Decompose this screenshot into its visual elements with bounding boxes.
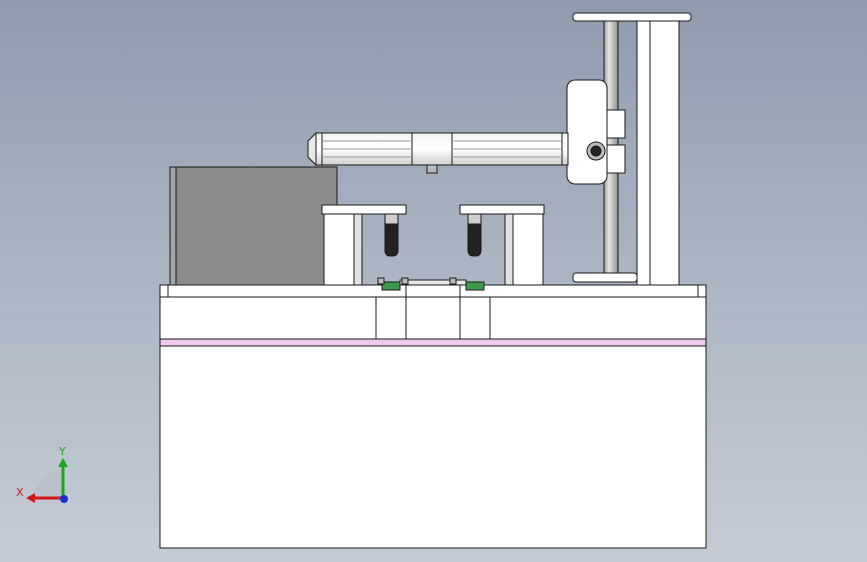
column-post[interactable] [636,19,680,286]
left-bracket-top[interactable] [321,204,407,215]
arm-nozzle[interactable] [426,164,438,174]
base-frame[interactable] [159,345,707,549]
column-cap[interactable] [572,12,692,22]
right-bracket-top[interactable] [459,204,545,215]
cad-viewport[interactable]: Y X [0,0,867,562]
y-axis-label: Y [58,445,66,458]
green-part-left[interactable] [381,281,401,291]
green-part-right[interactable] [465,281,485,291]
cover-box[interactable] [169,166,338,286]
coordinate-triad: Y X [16,445,68,503]
slide-block[interactable] [566,79,608,185]
top-plate-band[interactable] [159,296,707,340]
column-collar[interactable] [572,272,638,283]
x-axis-label: X [16,486,24,499]
pink-layer[interactable] [159,338,707,347]
